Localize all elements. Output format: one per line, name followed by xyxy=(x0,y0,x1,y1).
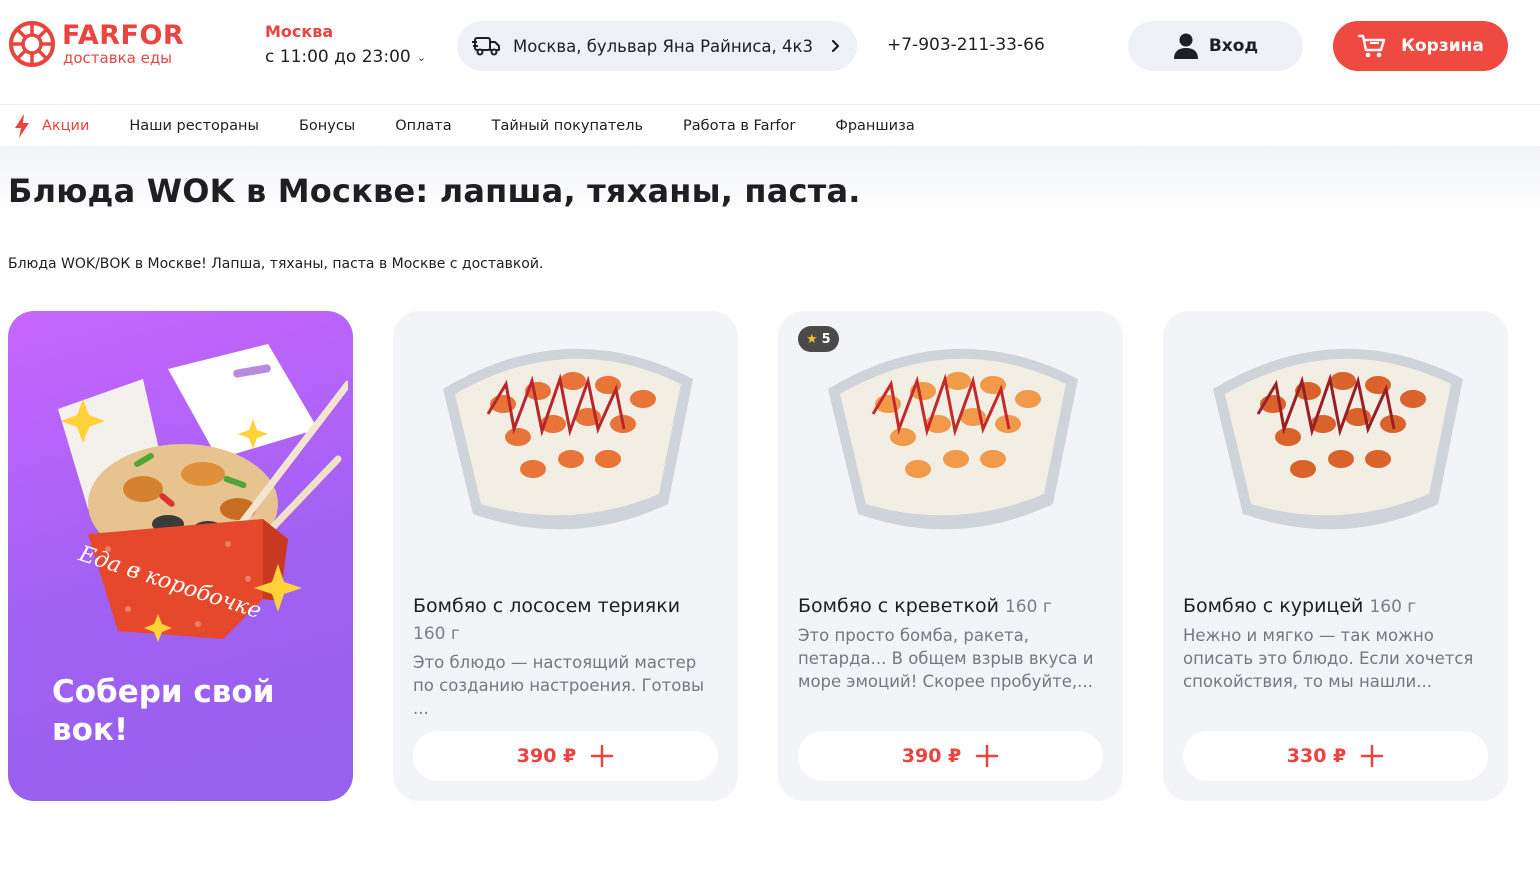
nav-item-careers[interactable]: Работа в Farfor xyxy=(683,118,795,134)
build-your-wok-banner[interactable]: Еда в коробочке Собери свой вок! xyxy=(8,311,353,801)
product-card[interactable]: ★ 5 Бомбяо с креветкой 160 г Это просто … xyxy=(778,311,1123,801)
working-hours[interactable]: с 11:00 до 23:00 ⌄ xyxy=(265,47,426,67)
user-icon xyxy=(1173,33,1198,59)
cart-icon xyxy=(1357,34,1386,58)
brand-tagline: доставка еды xyxy=(63,49,173,67)
brand-name: FARFOR xyxy=(62,20,185,51)
star-icon: ★ xyxy=(806,331,818,347)
rating-value: 5 xyxy=(821,331,831,347)
city-selector[interactable]: Москва с 11:00 до 23:00 ⌄ xyxy=(265,22,426,67)
product-name: Бомбяо с лососем терияки xyxy=(413,595,681,617)
phone-number[interactable]: +7-903-211-33-66 xyxy=(887,35,1045,55)
plus-icon xyxy=(591,744,614,768)
product-image xyxy=(828,348,1078,530)
city-name: Москва xyxy=(265,22,334,41)
product-card[interactable]: Бомбяо с курицей 160 г Нежно и мягко — т… xyxy=(1163,311,1508,801)
nav-item-label: Тайный покупатель xyxy=(491,117,644,134)
nav-item-promotions[interactable]: Акции xyxy=(12,113,89,139)
nav-item-payment[interactable]: Оплата xyxy=(395,118,451,134)
product-description: Это блюдо — настоящий мастер по созданию… xyxy=(413,653,705,718)
login-label: Вход xyxy=(1208,36,1259,56)
product-image xyxy=(1213,348,1463,530)
cart-button[interactable]: Корзина xyxy=(1333,21,1508,71)
logo[interactable]: FARFOR доставка еды xyxy=(8,20,184,68)
nav-item-label: Оплата xyxy=(395,117,452,134)
working-hours-text: с 11:00 до 23:00 xyxy=(265,47,411,67)
truck-icon xyxy=(472,37,500,56)
product-card[interactable]: Бомбяо с лососем терияки 160 г Это блюдо… xyxy=(393,311,738,801)
add-to-cart-button[interactable]: 390 ₽ xyxy=(413,731,718,781)
product-price: 390 ₽ xyxy=(516,745,577,767)
product-description: Это просто бомба, ракета, петарда... В о… xyxy=(798,626,1094,691)
nav-item-label: Наши рестораны xyxy=(129,117,259,134)
add-to-cart-button[interactable]: 330 ₽ xyxy=(1183,731,1488,781)
nav-item-bonuses[interactable]: Бонусы xyxy=(299,118,355,134)
product-price: 330 ₽ xyxy=(1286,745,1347,767)
page-title: Блюда WOK в Москве: лапша, тяханы, паста… xyxy=(8,172,861,210)
logo-icon xyxy=(9,21,55,67)
product-name: Бомбяо с креветкой xyxy=(798,595,999,617)
nav-item-label: Франшиза xyxy=(835,117,915,134)
nav-item-label: Работа в Farfor xyxy=(683,117,796,134)
nav-item-restaurants[interactable]: Наши рестораны xyxy=(129,118,259,134)
product-weight: 160 г xyxy=(413,624,460,644)
plus-icon xyxy=(976,744,999,768)
rating-badge: ★ 5 xyxy=(798,326,839,352)
delivery-address-button[interactable]: Москва, бульвар Яна Райниса, 4к3 xyxy=(457,21,857,71)
product-weight: 160 г xyxy=(1004,597,1052,617)
nav-item-franchise[interactable]: Франшиза xyxy=(835,118,914,134)
nav-item-label: Бонусы xyxy=(298,117,356,134)
nav-item-mystery-shopper[interactable]: Тайный покупатель xyxy=(492,118,643,134)
plus-icon xyxy=(1361,744,1384,768)
lightning-icon xyxy=(15,113,29,138)
promo-title: Собери свой вок! xyxy=(52,674,275,748)
page-description: Блюда WOK/ВОК в Москве! Лапша, тяханы, п… xyxy=(8,256,544,272)
product-price: 390 ₽ xyxy=(901,745,962,767)
add-to-cart-button[interactable]: 390 ₽ xyxy=(798,731,1103,781)
wok-box-image: Еда в коробочке xyxy=(58,344,348,642)
product-image xyxy=(443,348,693,530)
chevron-down-icon: ⌄ xyxy=(416,50,426,64)
address-text: Москва, бульвар Яна Райниса, 4к3 xyxy=(513,36,813,56)
header: FARFOR доставка еды Москва с 11:00 до 23… xyxy=(0,0,1540,104)
product-description: Нежно и мягко — так можно описать это бл… xyxy=(1183,626,1474,691)
chevron-right-icon xyxy=(831,39,840,53)
login-button[interactable]: Вход xyxy=(1128,21,1303,71)
nav-item-label: Акции xyxy=(42,117,90,134)
cart-label: Корзина xyxy=(1401,36,1484,56)
product-weight: 160 г xyxy=(1369,597,1417,617)
main-nav: Акции Наши рестораны Бонусы Оплата Тайны… xyxy=(0,104,1540,146)
product-name: Бомбяо с курицей xyxy=(1183,595,1364,617)
